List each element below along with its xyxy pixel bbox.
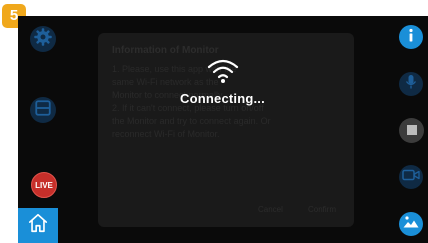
live-button[interactable]: LIVE [31,172,57,198]
wifi-icon [206,58,240,89]
stop-button[interactable] [399,118,424,143]
confirm-button[interactable]: Confirm [308,205,336,214]
dialog-body-line: reconnect Wi-Fi of Monitor. [112,129,220,139]
cancel-button[interactable]: Cancel [258,205,283,214]
gallery-icon [403,215,419,233]
microphone-icon [404,74,418,95]
info-icon [403,27,419,48]
gear-icon [33,27,53,52]
dialog-body-line: the Monitor and try to connect again. Or [112,116,271,126]
split-screen-button[interactable] [30,97,56,123]
split-screen-icon [34,99,52,122]
video-camera-icon [402,168,420,186]
stop-icon [406,122,417,140]
info-button[interactable] [399,25,423,49]
microphone-button[interactable] [399,72,423,96]
home-button[interactable] [18,208,58,243]
live-icon: LIVE [35,180,53,190]
connecting-status-text: Connecting... [180,91,265,106]
settings-button[interactable] [30,26,56,52]
record-video-button[interactable] [399,165,423,189]
dialog-title: Information of Monitor [112,45,219,56]
home-icon [27,212,49,239]
gallery-button[interactable] [399,212,423,236]
app-screen: Information of Monitor 1. Please, use th… [18,16,428,243]
